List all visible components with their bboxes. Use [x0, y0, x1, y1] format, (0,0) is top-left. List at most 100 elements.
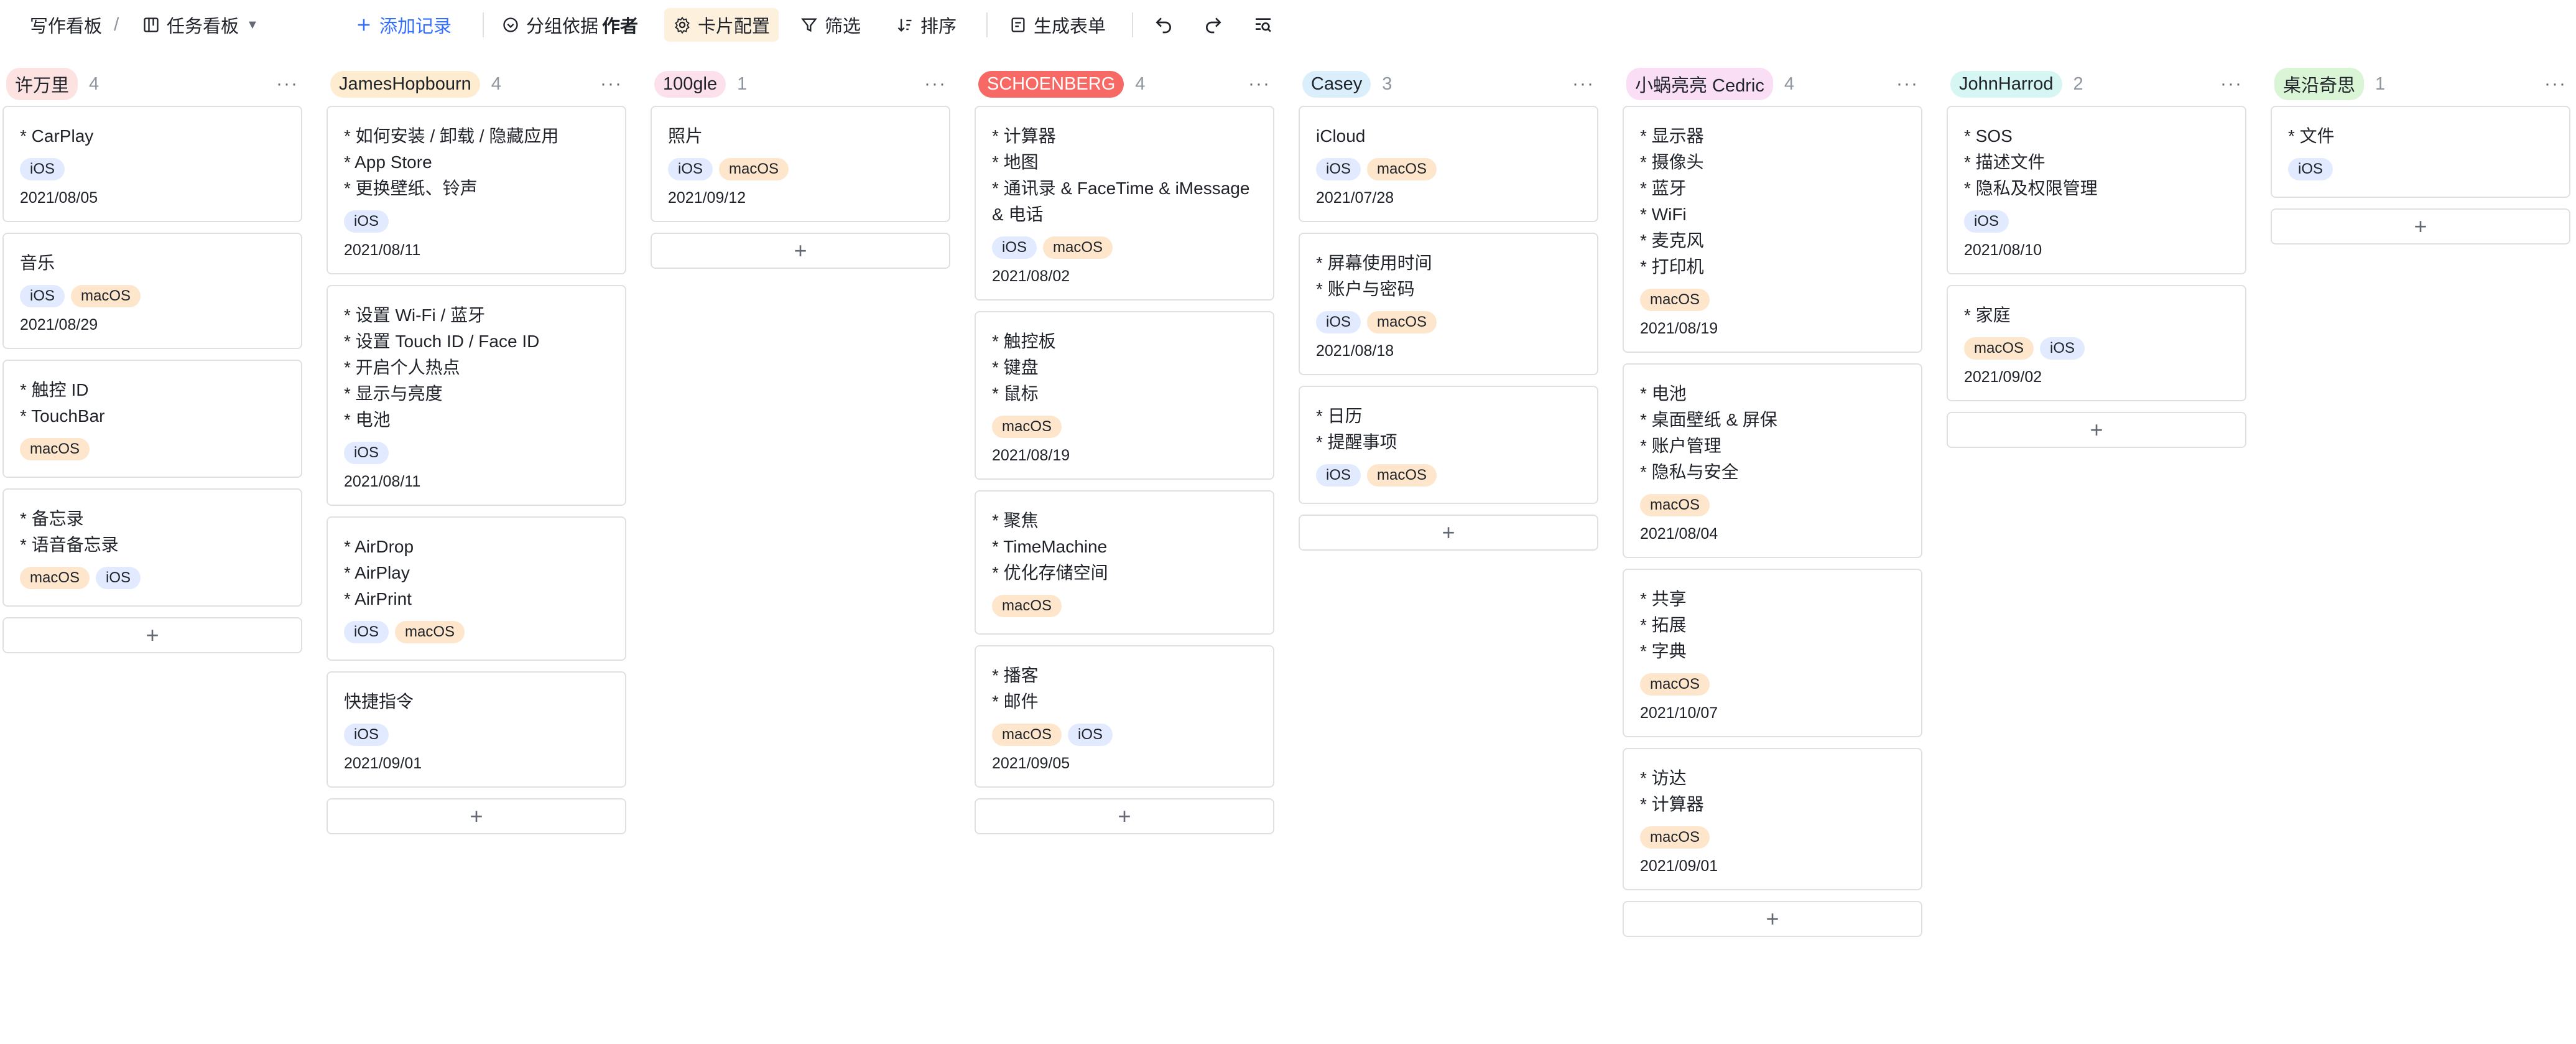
record-card[interactable]: * 聚焦 * TimeMachine * 优化存储空间 macOS — [975, 490, 1274, 635]
card-date: 2021/08/11 — [344, 241, 421, 259]
record-card[interactable]: * 设置 Wi-Fi / 蓝牙 * 设置 Touch ID / Face ID * … — [327, 285, 626, 506]
card-title-line: * 账户与密码 — [1316, 279, 1415, 299]
card-title-line: * 通讯录 & FaceTime & iMessage — [992, 179, 1250, 198]
add-card-button[interactable]: + — [1623, 901, 1922, 937]
platform-tag: macOS — [992, 416, 1062, 438]
more-icon[interactable]: ··· — [1248, 73, 1271, 95]
more-icon[interactable]: ··· — [276, 73, 299, 95]
card-title-line: * SOS — [1964, 126, 2013, 146]
search-records-icon[interactable] — [1253, 15, 1273, 35]
record-card[interactable]: * 共享 * 拓展 * 字典 macOS 2021/10/07 — [1623, 569, 1922, 737]
card-title-line: * 计算器 — [992, 126, 1056, 146]
platform-tag: iOS — [668, 158, 713, 180]
card-title-line: * 字典 — [1640, 641, 1687, 661]
card-date: 2021/08/18 — [1316, 342, 1394, 360]
platform-tag: iOS — [344, 621, 389, 643]
card-config-button[interactable]: 卡片配置 — [664, 8, 779, 42]
add-card-button[interactable]: + — [1947, 412, 2246, 448]
add-card-button[interactable]: + — [2, 617, 302, 653]
record-card[interactable]: * 访达 * 计算器 macOS 2021/09/01 — [1623, 748, 1922, 890]
column-count: 1 — [737, 73, 748, 94]
card-title-line: * 优化存储空间 — [992, 563, 1108, 582]
platform-tag: iOS — [1316, 311, 1361, 333]
card-date: 2021/07/28 — [1316, 189, 1394, 207]
more-icon[interactable]: ··· — [924, 73, 947, 95]
column-header: 100gle 1 ··· — [651, 62, 950, 106]
card-title-line: * AirPlay — [344, 563, 410, 582]
card-title-line: * 描述文件 — [1964, 152, 2046, 172]
record-card[interactable]: * 播客 * 邮件 macOS iOS 2021/09/05 — [975, 645, 1274, 788]
generate-form-button[interactable]: 生成表单 — [1009, 12, 1106, 38]
platform-tags: iOS macOS — [20, 285, 286, 307]
divider — [483, 12, 484, 37]
chevron-down-icon[interactable]: ▼ — [246, 18, 259, 32]
column-header: 桌沿奇思 1 ··· — [2271, 62, 2570, 106]
add-card-button[interactable]: + — [975, 798, 1274, 834]
card-date: 2021/08/19 — [1640, 320, 1718, 337]
filter-button[interactable]: 筛选 — [800, 12, 861, 38]
record-card[interactable]: 照片 iOS macOS 2021/09/12 — [651, 106, 950, 222]
add-card-button[interactable]: + — [1299, 515, 1598, 551]
sort-button[interactable]: 排序 — [896, 12, 957, 38]
more-icon[interactable]: ··· — [1896, 73, 1919, 95]
record-card[interactable]: * 电池 * 桌面壁纸 & 屏保 * 账户管理 * 隐私与安全 macOS 2021/08… — [1623, 363, 1922, 558]
record-card[interactable]: * 日历 * 提醒事项 iOS macOS — [1299, 386, 1598, 504]
more-icon[interactable]: ··· — [1572, 73, 1595, 95]
card-title-line: * 邮件 — [992, 692, 1039, 711]
more-icon[interactable]: ··· — [2544, 73, 2567, 95]
record-card[interactable]: * 屏幕使用时间 * 账户与密码 iOS macOS 2021/08/18 — [1299, 233, 1598, 375]
card-title-line: * 账户管理 — [1640, 436, 1721, 455]
add-card-button[interactable]: + — [651, 233, 950, 269]
platform-tag: macOS — [71, 285, 141, 307]
card-date: 2021/08/02 — [992, 268, 1070, 285]
record-card[interactable]: 音乐 iOS macOS 2021/08/29 — [2, 233, 302, 349]
kanban-icon — [142, 16, 160, 34]
record-card[interactable]: * 家庭 macOS iOS 2021/09/02 — [1947, 285, 2246, 401]
record-card[interactable]: * 如何安装 / 卸载 / 隐藏应用 * App Store * 更换壁纸、铃声 iO… — [327, 106, 626, 274]
column-count: 1 — [2375, 73, 2386, 94]
record-card[interactable]: * 计算器 * 地图 * 通讯录 & FaceTime & iMessage & 电话… — [975, 106, 1274, 301]
group-icon — [501, 16, 520, 34]
record-card[interactable]: * SOS * 描述文件 * 隐私及权限管理 iOS 2021/08/10 — [1947, 106, 2246, 274]
platform-tags: macOS — [1640, 826, 1906, 849]
record-card[interactable]: * 备忘录 * 语音备忘录 macOS iOS — [2, 488, 302, 607]
redo-icon[interactable] — [1203, 15, 1223, 35]
column-header: 小蜗亮亮 Cedric 4 ··· — [1623, 62, 1922, 106]
record-card[interactable]: * CarPlay iOS 2021/08/05 — [2, 106, 302, 222]
card-title-line: * 触控 ID — [20, 380, 89, 399]
platform-tag: macOS — [1043, 236, 1113, 259]
platform-tag: macOS — [1367, 311, 1437, 333]
platform-tags: iOS — [1964, 210, 2230, 233]
record-card[interactable]: * 触控板 * 键盘 * 鼠标 macOS 2021/08/19 — [975, 311, 1274, 480]
add-card-button[interactable]: + — [327, 798, 626, 834]
record-card[interactable]: * AirDrop * AirPlay * AirPrint iOS macOS — [327, 516, 626, 661]
record-card[interactable]: * 文件 iOS — [2271, 106, 2570, 198]
card-title-line: * 计算器 — [1640, 795, 1704, 814]
more-icon[interactable]: ··· — [600, 73, 623, 95]
breadcrumb-base[interactable]: 写作看板 — [30, 12, 102, 38]
card-date: 2021/09/02 — [1964, 368, 2042, 386]
card-title-line: * 电池 — [344, 410, 391, 429]
undo-icon[interactable] — [1154, 15, 1174, 35]
record-card[interactable]: 快捷指令 iOS 2021/09/01 — [327, 671, 626, 788]
card-title-line: * 备忘录 — [20, 509, 84, 528]
record-card[interactable]: * 触控 ID * TouchBar macOS — [2, 360, 302, 478]
record-card[interactable]: * 显示器 * 摄像头 * 蓝牙 * WiFi * 麦克风 * 打印机 macOS 2021/… — [1623, 106, 1922, 353]
add-card-button[interactable]: + — [2271, 208, 2570, 245]
more-icon[interactable]: ··· — [2220, 73, 2243, 95]
column-count: 2 — [2073, 73, 2083, 94]
group-by-button[interactable]: 分组依据 作者 — [501, 12, 638, 38]
card-title-line: * 触控板 — [992, 332, 1056, 351]
platform-tags: macOS — [992, 416, 1258, 438]
kanban-column: JamesHopbourn 4 ··· * 如何安装 / 卸载 / 隐藏应用 * App… — [327, 62, 626, 834]
card-title-line: * 显示器 — [1640, 126, 1704, 146]
platform-tag: iOS — [344, 724, 389, 746]
filter-icon — [800, 16, 818, 34]
card-date: 2021/08/19 — [992, 447, 1070, 464]
card-title-line: iCloud — [1316, 126, 1366, 146]
record-card[interactable]: iCloud iOS macOS 2021/07/28 — [1299, 106, 1598, 222]
platform-tag: iOS — [20, 158, 65, 180]
add-record-button[interactable]: 添加记录 — [354, 12, 452, 38]
breadcrumb-view[interactable]: 任务看板 ▼ — [142, 12, 259, 38]
column-group-tag: 许万里 — [6, 68, 78, 100]
